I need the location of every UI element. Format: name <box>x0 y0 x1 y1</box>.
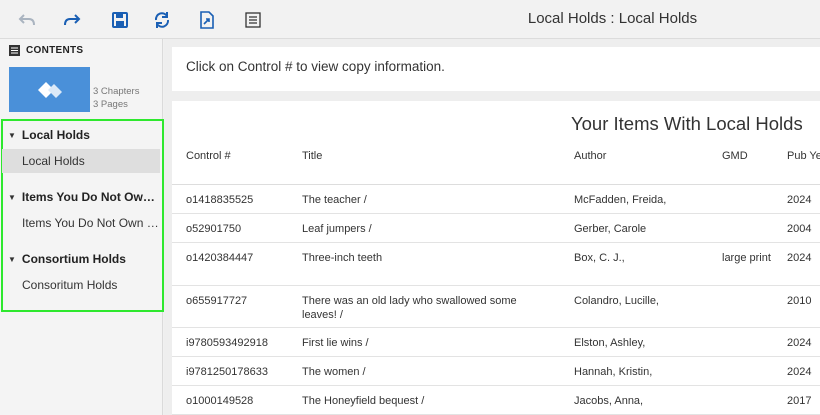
book-cover-logo-icon <box>37 81 62 98</box>
cell-author: McFadden, Freida, <box>574 194 667 206</box>
cell-title: First lie wins / <box>302 337 369 349</box>
redo-icon[interactable] <box>61 9 83 31</box>
toc-section-items-not-owned[interactable]: ▼ Items You Do Not Ow… <box>8 190 158 204</box>
collapse-triangle-icon[interactable]: ▼ <box>8 255 16 264</box>
cell-title: There was an old lady who swallowed some… <box>302 295 517 321</box>
save-icon[interactable] <box>109 9 131 31</box>
book-cover[interactable] <box>9 67 90 112</box>
toc-item-local-holds[interactable]: Local Holds <box>2 149 160 173</box>
export-document-icon[interactable] <box>196 9 218 31</box>
cell-author: Elston, Ashley, <box>574 337 646 349</box>
contents-icon <box>9 45 20 56</box>
cell-pub: 2024 <box>787 366 812 378</box>
book-meta: 3 Chapters 3 Pages <box>93 85 139 111</box>
table-row: o1000149528 The Honeyfield bequest / Jacob… <box>172 386 820 415</box>
contents-label: CONTENTS <box>26 45 84 56</box>
cell-title: The women / <box>302 366 366 378</box>
column-header-title[interactable]: Title <box>302 150 322 162</box>
undo-icon[interactable] <box>16 9 38 31</box>
chapter-count: 3 Chapters <box>93 86 140 97</box>
cell-control[interactable]: i9780593492918 <box>186 336 296 350</box>
page-title: Local Holds : Local Holds <box>527 10 698 27</box>
column-header-pub-year[interactable]: Pub Ye <box>787 150 820 162</box>
cell-gmd: large print <box>722 252 771 264</box>
table-row: o1418835525 The teacher / McFadden, Freida… <box>172 185 820 214</box>
refresh-icon[interactable] <box>151 9 173 31</box>
cell-title: The teacher / <box>302 194 367 206</box>
table-title: Your Items With Local Holds <box>571 113 803 134</box>
column-header-control[interactable]: Control # <box>186 150 231 162</box>
cell-control[interactable]: o1418835525 <box>186 193 296 207</box>
cell-pub: 2024 <box>787 252 812 264</box>
table-row: o52901750 Leaf jumpers / Gerber, Carole 200… <box>172 214 820 243</box>
cell-author: Hannah, Kristin, <box>574 366 653 378</box>
cell-pub: 2004 <box>787 223 812 235</box>
toc-item-consortium-holds[interactable]: Consoritum Holds <box>2 273 160 297</box>
toc-section-local-holds[interactable]: ▼ Local Holds <box>8 128 158 142</box>
column-header-gmd[interactable]: GMD <box>722 150 748 162</box>
cell-control[interactable]: o655917727 <box>186 294 296 308</box>
cell-control[interactable]: o52901750 <box>186 222 296 236</box>
cell-pub: 2024 <box>787 337 812 349</box>
collapse-triangle-icon[interactable]: ▼ <box>8 131 16 140</box>
list-view-icon[interactable] <box>242 9 264 31</box>
cell-control[interactable]: i9781250178633 <box>186 365 296 379</box>
collapse-triangle-icon[interactable]: ▼ <box>8 193 16 202</box>
cell-control[interactable]: o1000149528 <box>186 394 296 408</box>
cell-title: Leaf jumpers / <box>302 223 372 235</box>
table-row: i9781250178633 The women / Hannah, Kristin… <box>172 357 820 386</box>
cell-author: Colandro, Lucille, <box>574 295 659 307</box>
table-row: o655917727 There was an old lady who swal… <box>172 286 820 328</box>
table-row: i9780593492918 First lie wins / Elston, As… <box>172 328 820 357</box>
cell-author: Box, C. J., <box>574 252 625 264</box>
cell-control[interactable]: o1420384447 <box>186 251 296 265</box>
cell-pub: 2017 <box>787 395 812 407</box>
contents-header: CONTENTS <box>9 45 83 56</box>
cell-title: Three-inch teeth <box>302 252 383 264</box>
info-banner: Click on Control # to view copy informat… <box>172 47 820 91</box>
table-row: o1420384447 Three-inch teeth Box, C. J., la… <box>172 243 820 286</box>
column-header-author[interactable]: Author <box>574 150 606 162</box>
cell-author: Gerber, Carole <box>574 223 647 235</box>
cell-title: The Honeyfield bequest / <box>302 395 425 407</box>
cell-pub: 2010 <box>787 295 812 307</box>
page-count: 3 Pages <box>93 99 128 110</box>
toc-item-items-not-owned[interactable]: Items You Do Not Own … <box>2 211 160 235</box>
toolbar: Local Holds : Local Holds <box>0 0 820 39</box>
toc-section-consortium-holds[interactable]: ▼ Consortium Holds <box>8 252 158 266</box>
cell-pub: 2024 <box>787 194 812 206</box>
cell-author: Jacobs, Anna, <box>574 395 644 407</box>
